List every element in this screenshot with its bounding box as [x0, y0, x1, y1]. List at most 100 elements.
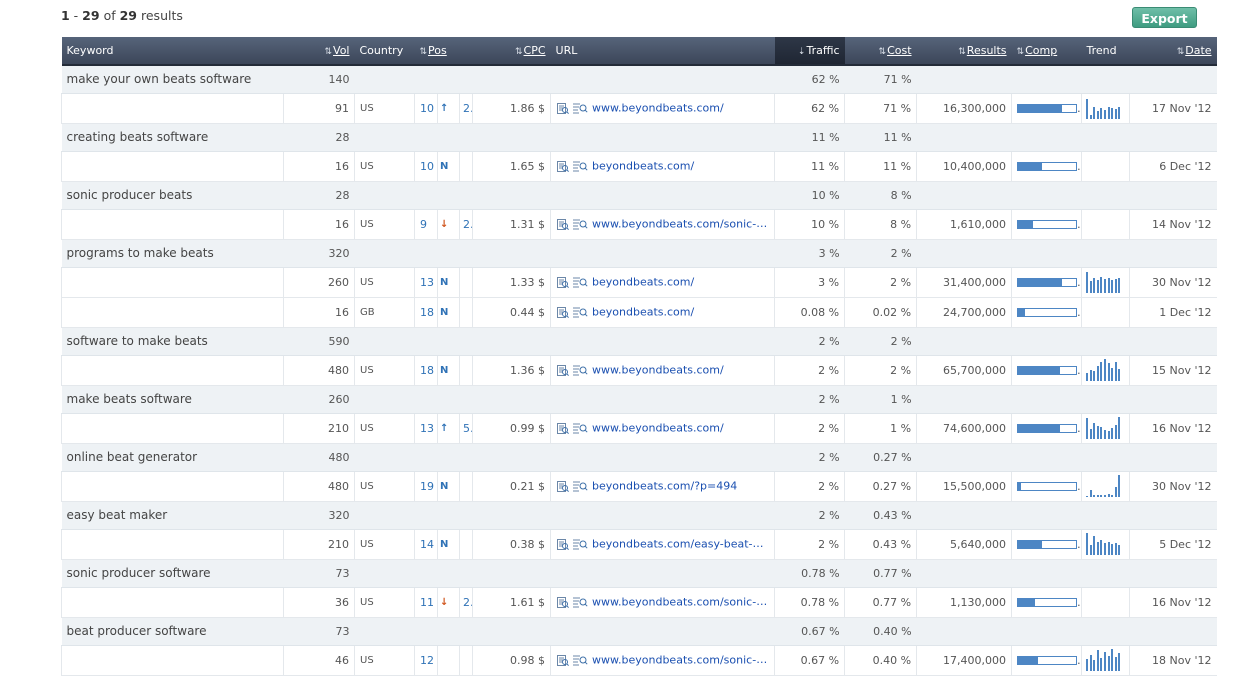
- row-position[interactable]: 14: [414, 529, 438, 560]
- keyword-cost: 8 %: [844, 181, 917, 210]
- serp-view-icon[interactable]: [572, 654, 588, 667]
- competition-bar: [1017, 656, 1078, 665]
- cached-page-icon[interactable]: [556, 364, 569, 377]
- keyword-spacer: [916, 385, 1217, 414]
- cached-page-icon[interactable]: [556, 160, 569, 173]
- col-date[interactable]: ⇅Date: [1129, 37, 1217, 66]
- keyword-name[interactable]: programs to make beats: [61, 239, 284, 268]
- trend-bar: [1100, 657, 1103, 671]
- keyword-volume: 28: [283, 181, 355, 210]
- cached-page-icon[interactable]: [556, 480, 569, 493]
- keyword-spacer: [354, 65, 775, 94]
- serp-view-icon[interactable]: [572, 218, 588, 231]
- sort-icon: ⇅: [514, 47, 523, 57]
- url-tools: [556, 275, 588, 289]
- url-link[interactable]: www.beyondbeats.com/sonic-pro...: [592, 653, 775, 667]
- keyword-name[interactable]: sonic producer beats: [61, 181, 284, 210]
- cached-page-icon[interactable]: [556, 596, 569, 609]
- competition-bar-fill: [1018, 105, 1062, 112]
- serp-view-icon[interactable]: [572, 422, 588, 435]
- keyword-volume: 480: [283, 443, 355, 472]
- keyword-name[interactable]: beat producer software: [61, 617, 284, 646]
- row-cost: 2 %: [844, 267, 917, 298]
- trend-bar: [1100, 276, 1103, 293]
- row-position[interactable]: 13: [414, 413, 438, 444]
- col-vol[interactable]: ⇅Vol: [283, 37, 355, 66]
- keyword-cost: 2 %: [844, 327, 917, 356]
- url-link[interactable]: beyondbeats.com/: [592, 276, 694, 289]
- cached-page-icon[interactable]: [556, 538, 569, 551]
- sort-desc-icon: ⇣: [797, 47, 806, 57]
- cached-page-icon[interactable]: [556, 422, 569, 435]
- row-position[interactable]: 18: [414, 297, 438, 328]
- serp-view-icon[interactable]: [572, 102, 588, 115]
- row-url: www.beyondbeats.com/: [550, 413, 775, 444]
- trend-bar: [1118, 545, 1121, 555]
- row-position[interactable]: 12: [414, 645, 438, 676]
- keyword-table: Keyword ⇅Vol Country ⇅Pos ⇅CPC URL ⇣Traf…: [61, 37, 1217, 676]
- sort-icon: ⇅: [324, 47, 333, 57]
- col-pos[interactable]: ⇅Pos: [414, 37, 473, 66]
- trend-bar: [1114, 656, 1117, 671]
- row-position[interactable]: 18: [414, 355, 438, 386]
- trend-bar: [1118, 277, 1121, 293]
- keyword-name[interactable]: online beat generator: [61, 443, 284, 472]
- keyword-group-row: sonic producer beats 28 10 % 8 %: [61, 181, 1217, 210]
- row-traffic: 0.78 %: [774, 587, 845, 618]
- col-results[interactable]: ⇅Results: [916, 37, 1012, 66]
- trend-bar: [1096, 650, 1099, 671]
- row-results: 1,610,000: [916, 209, 1012, 240]
- serp-view-icon[interactable]: [572, 276, 588, 289]
- row-position[interactable]: 9: [414, 209, 438, 240]
- cached-page-icon[interactable]: [556, 276, 569, 289]
- url-link[interactable]: beyondbeats.com/?p=494: [592, 480, 737, 493]
- col-traffic[interactable]: ⇣Traffic: [774, 37, 845, 66]
- col-cpc[interactable]: ⇅CPC: [472, 37, 551, 66]
- url-link[interactable]: beyondbeats.com/easy-beat-mak...: [592, 537, 775, 551]
- url-link[interactable]: www.beyondbeats.com/: [592, 364, 724, 377]
- url-link[interactable]: beyondbeats.com/: [592, 160, 694, 173]
- serp-view-icon[interactable]: [572, 596, 588, 609]
- row-spacer: [61, 93, 284, 124]
- url-link[interactable]: beyondbeats.com/: [592, 306, 694, 319]
- keyword-name[interactable]: make beats software: [61, 385, 284, 414]
- cached-page-icon[interactable]: [556, 102, 569, 115]
- serp-view-icon[interactable]: [572, 480, 588, 493]
- row-cost: 0.40 %: [844, 645, 917, 676]
- url-link[interactable]: www.beyondbeats.com/sonic-pro...: [592, 217, 775, 231]
- serp-view-icon[interactable]: [572, 538, 588, 551]
- serp-view-icon[interactable]: [572, 306, 588, 319]
- row-traffic: 2 %: [774, 413, 845, 444]
- col-comp[interactable]: ⇅Comp: [1011, 37, 1082, 66]
- table-row: 16 GB 18 N 0.44 $ beyondbeats.com/0.08 % 0.02 …: [61, 297, 1217, 328]
- keyword-name[interactable]: easy beat maker: [61, 501, 284, 530]
- row-position[interactable]: 11: [414, 587, 438, 618]
- row-position[interactable]: 10: [414, 93, 438, 124]
- serp-view-icon[interactable]: [572, 160, 588, 173]
- row-trend: [1081, 587, 1130, 618]
- position-change-indicator: N: [437, 355, 460, 386]
- row-trend: [1081, 93, 1130, 124]
- keyword-spacer: [916, 443, 1217, 472]
- url-link[interactable]: www.beyondbeats.com/sonic-pro...: [592, 595, 775, 609]
- url-link[interactable]: www.beyondbeats.com/: [592, 422, 724, 435]
- keyword-name[interactable]: software to make beats: [61, 327, 284, 356]
- url-link[interactable]: www.beyondbeats.com/: [592, 102, 724, 115]
- row-position[interactable]: 13: [414, 267, 438, 298]
- keyword-name[interactable]: creating beats software: [61, 123, 284, 152]
- keyword-name[interactable]: sonic producer software: [61, 559, 284, 588]
- cached-page-icon[interactable]: [556, 654, 569, 667]
- position-change-indicator: ↑: [437, 93, 460, 124]
- row-competition: [1011, 209, 1082, 240]
- row-position[interactable]: 10: [414, 151, 438, 182]
- export-button[interactable]: Export: [1132, 7, 1197, 28]
- row-position[interactable]: 19: [414, 471, 438, 502]
- serp-view-icon[interactable]: [572, 364, 588, 377]
- keyword-volume: 73: [283, 559, 355, 588]
- keyword-spacer: [354, 443, 775, 472]
- row-url: www.beyondbeats.com/sonic-pro...: [550, 587, 775, 618]
- cached-page-icon[interactable]: [556, 218, 569, 231]
- cached-page-icon[interactable]: [556, 306, 569, 319]
- keyword-name[interactable]: make your own beats software: [61, 65, 284, 94]
- col-cost[interactable]: ⇅Cost: [844, 37, 917, 66]
